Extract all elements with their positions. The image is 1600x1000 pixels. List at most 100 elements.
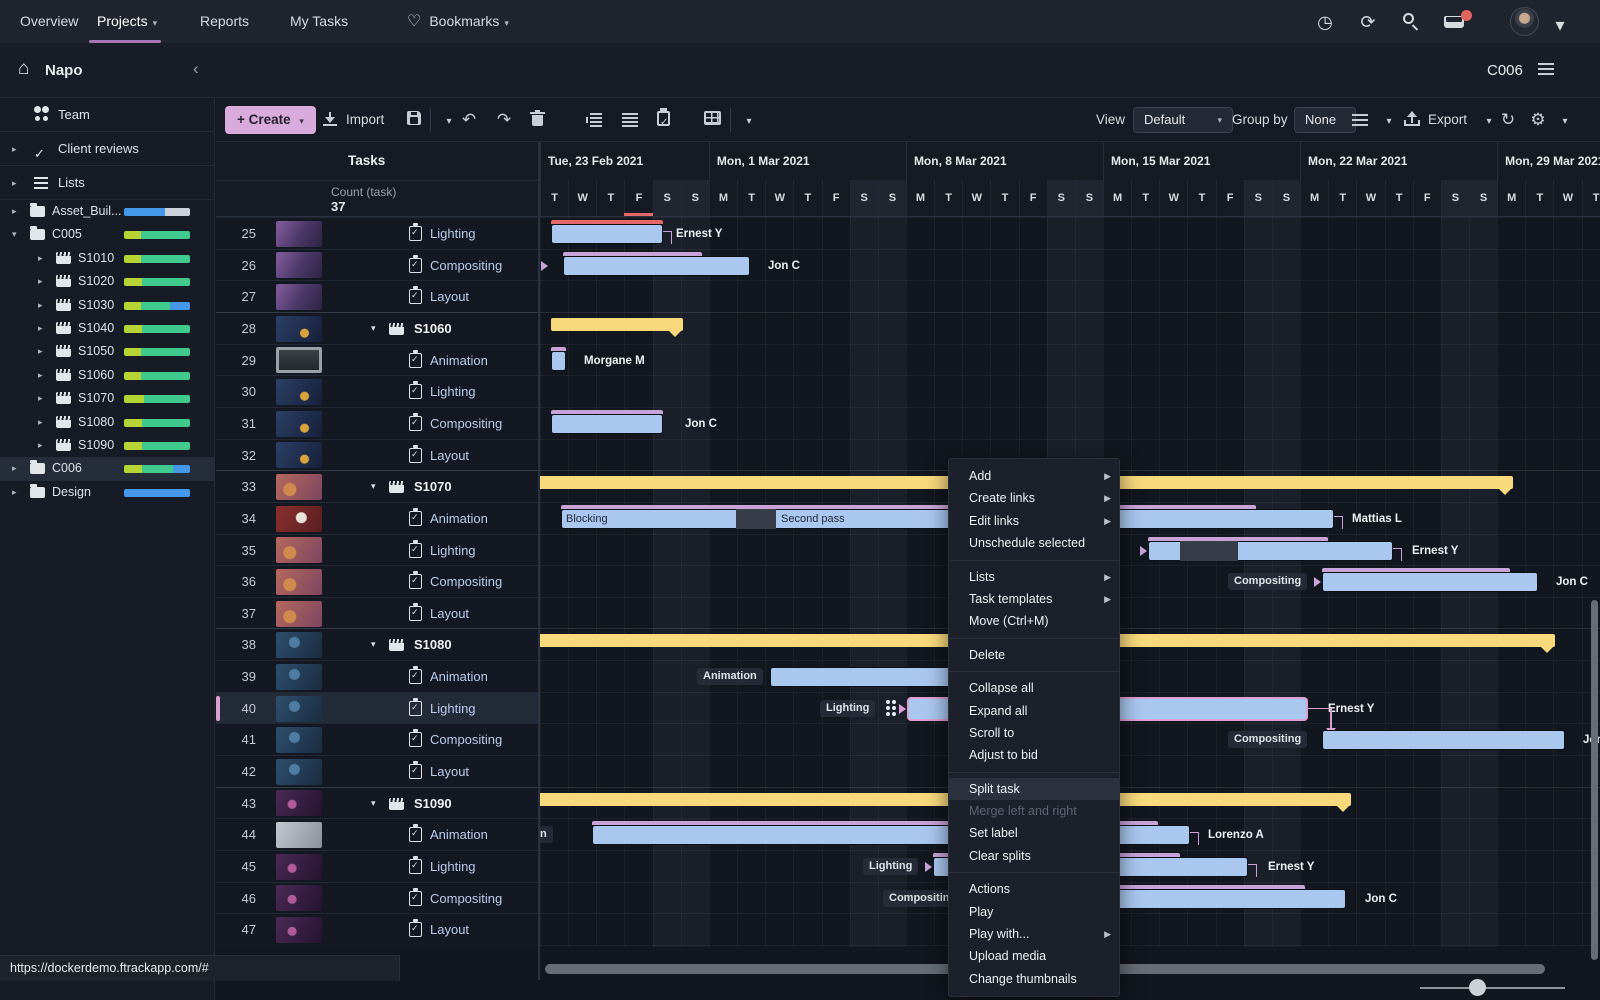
home-icon[interactable]: ⌂ [18,58,29,80]
thumbnail[interactable] [276,569,322,595]
menu-item-scroll-to[interactable]: Scroll to [949,722,1119,744]
task-row-38[interactable]: 38▾S1080 [216,628,538,660]
save-options-chevron-icon[interactable]: ▾ [439,112,459,132]
sidebar-item-s1070[interactable]: ▸S1070 [0,387,214,410]
summary-bar[interactable] [540,793,1351,806]
sidebar-item-s1060[interactable]: ▸S1060 [0,364,214,387]
chevron-right-icon[interactable]: ▸ [38,340,43,363]
task-row-43[interactable]: 43▾S1090 [216,787,538,819]
thumbnail[interactable] [276,347,322,373]
nav-item-projects[interactable]: Projects▾ [97,0,157,43]
sync-icon[interactable]: ⟳ [1356,10,1380,34]
thumbnail[interactable] [276,664,322,690]
import-label[interactable]: Import [346,98,384,142]
task-row-30[interactable]: 30Lighting [216,375,538,407]
chevron-down-icon[interactable]: ▾ [12,223,17,246]
chevron-right-icon[interactable]: ▸ [12,457,17,480]
undo-icon[interactable]: ↶ [459,110,479,130]
export-chevron-icon[interactable]: ▾ [1479,112,1499,132]
gear-chevron-icon[interactable]: ▾ [1555,112,1575,132]
sidebar-item-s1050[interactable]: ▸S1050 [0,340,214,363]
chevron-right-icon[interactable]: ▸ [38,270,43,293]
task-row-31[interactable]: 31Compositing [216,407,538,439]
task-row-45[interactable]: 45Lighting [216,850,538,882]
gantt-vscrollbar[interactable] [1591,600,1598,960]
export-label[interactable]: Export [1428,98,1467,142]
task-row-44[interactable]: 44Animation [216,818,538,850]
task-row-39[interactable]: 39Animation [216,660,538,692]
task-row-33[interactable]: 33▾S1070 [216,470,538,502]
thumbnail[interactable] [276,790,322,816]
tasks-column-header[interactable]: Tasks [348,142,385,180]
thumbnail[interactable] [276,727,322,753]
chevron-right-icon[interactable]: ▸ [38,411,43,434]
task-row-37[interactable]: 37Layout [216,597,538,629]
redo-icon[interactable]: ↷ [494,110,514,130]
menu-item-create-links[interactable]: Create links▶ [949,487,1119,509]
chevron-right-icon[interactable]: ▸ [12,481,17,504]
task-row-25[interactable]: 25Lighting [216,217,538,249]
chevron-right-icon[interactable]: ▸ [12,200,17,223]
thumbnail[interactable] [276,885,322,911]
list-options-icon[interactable] [1352,114,1368,116]
menu-item-add[interactable]: Add▶ [949,465,1119,487]
thumbnail[interactable] [276,601,322,627]
groupby-select[interactable]: None▾ [1294,107,1356,133]
task-row-35[interactable]: 35Lighting [216,534,538,566]
thumbnail[interactable] [276,759,322,785]
nav-item-reports[interactable]: Reports [200,0,249,43]
table-view-icon[interactable] [704,110,724,130]
chevron-down-icon[interactable]: ▾ [371,629,376,661]
sidebar-item-s1090[interactable]: ▸S1090 [0,434,214,457]
chevron-right-icon[interactable]: ▸ [38,294,43,317]
menu-item-lists[interactable]: Lists▶ [949,566,1119,588]
thumbnail[interactable] [276,221,322,247]
search-icon[interactable] [1400,10,1424,34]
thumbnail[interactable] [276,854,322,880]
sidebar-item-s1040[interactable]: ▸S1040 [0,317,214,340]
task-row-36[interactable]: 36Compositing [216,565,538,597]
menu-item-play-with[interactable]: Play with...▶ [949,923,1119,945]
list-options-chevron-icon[interactable]: ▾ [1379,112,1399,132]
user-avatar[interactable] [1510,7,1539,36]
user-menu-chevron-icon[interactable]: ▾ [1548,13,1572,37]
chevron-right-icon[interactable]: ▸ [38,387,43,410]
thumbnail[interactable] [276,252,322,278]
menu-item-edit-links[interactable]: Edit links▶ [949,510,1119,532]
refresh-icon[interactable]: ↻ [1498,110,1518,130]
thumbnail[interactable] [276,284,322,310]
sidebar-item-design[interactable]: ▸Design [0,481,214,504]
gantt-zoom-slider[interactable] [1420,987,1565,989]
sidebar-item-c005[interactable]: ▾C005 [0,223,214,246]
clock-icon[interactable]: ◷ [1313,10,1337,34]
drag-handle[interactable] [886,700,890,704]
task-row-34[interactable]: 34Animation [216,502,538,534]
menu-item-actions[interactable]: Actions [949,878,1119,900]
chevron-down-icon[interactable]: ▾ [371,313,376,345]
sidebar-section-lists[interactable]: ▸Lists [0,166,214,200]
task-row-32[interactable]: 32Layout [216,439,538,471]
gantt-zoom-knob[interactable] [1469,979,1486,996]
gear-icon[interactable]: ⚙ [1528,110,1548,130]
save-icon[interactable] [406,110,426,130]
menu-item-collapse-all[interactable]: Collapse all [949,677,1119,699]
chevron-right-icon[interactable]: ▸ [38,317,43,340]
chevron-right-icon[interactable]: ▸ [38,364,43,387]
nav-item-bookmarks[interactable]: ♡Bookmarks▾ [407,0,509,43]
sidebar-item-assetbuil[interactable]: ▸Asset_Buil... [0,200,214,223]
gantt-bar[interactable] [1322,730,1565,750]
task-row-46[interactable]: 46Compositing [216,882,538,914]
import-icon[interactable] [322,111,342,131]
menu-item-expand-all[interactable]: Expand all [949,700,1119,722]
thumbnail[interactable] [276,822,322,848]
thumbnail[interactable] [276,696,322,722]
menu-item-set-label[interactable]: Set label [949,822,1119,844]
indent-icon[interactable] [586,113,606,133]
nav-item-overview[interactable]: Overview [20,0,78,43]
chevron-down-icon[interactable]: ▾ [371,471,376,503]
hamburger-icon[interactable] [1538,63,1554,65]
thumbnail[interactable] [276,537,322,563]
thumbnail[interactable] [276,442,322,468]
task-row-29[interactable]: 29Animation [216,344,538,376]
menu-item-delete[interactable]: Delete [949,644,1119,666]
